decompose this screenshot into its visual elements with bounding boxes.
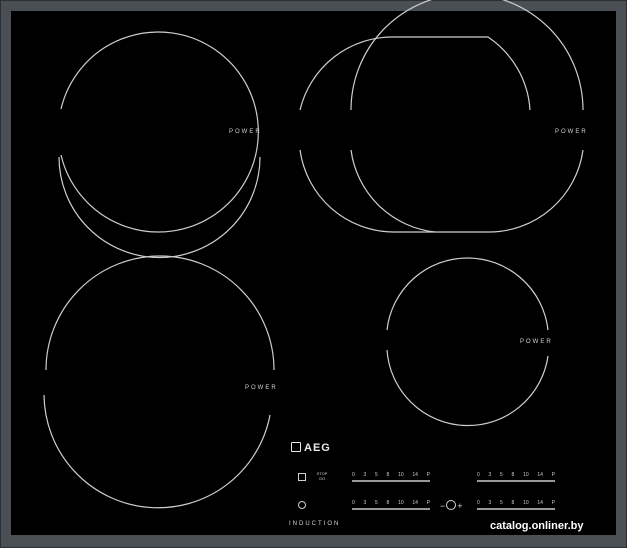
zone-front-left[interactable]: [43, 255, 275, 509]
slider-rear-left[interactable]: 0 3 5 8 10 14 P: [352, 472, 430, 484]
induction-label: INDUCTION: [289, 521, 341, 527]
aeg-logo-icon: [291, 442, 301, 452]
slider-track[interactable]: [352, 508, 430, 510]
slider-scale: 0 3 5 8 10 14 P: [477, 500, 555, 506]
slider-track[interactable]: [352, 480, 430, 482]
zone-label-front-right: POWER: [520, 339, 553, 345]
power-icon[interactable]: [298, 501, 306, 509]
watermark: catalog.onliner.by: [490, 520, 584, 532]
zone-label-rear-right: POWER: [555, 129, 588, 135]
slider-track[interactable]: [477, 480, 555, 482]
lock-icon[interactable]: [298, 473, 306, 481]
stop-go-label[interactable]: STOP GO: [314, 471, 330, 481]
brand-name: AEG: [304, 442, 331, 454]
slider-rear-right[interactable]: 0 3 5 8 10 14 P: [477, 472, 555, 484]
timer-control: − +: [440, 500, 463, 511]
slider-scale: 0 3 5 8 10 14 P: [352, 500, 430, 506]
slider-track[interactable]: [477, 508, 555, 510]
zone-rear-left[interactable]: [58, 31, 261, 259]
timer-minus-button[interactable]: −: [440, 501, 445, 511]
slider-front-left[interactable]: 0 3 5 8 10 14 P: [352, 500, 430, 512]
slider-front-right[interactable]: 0 3 5 8 10 14 P: [477, 500, 555, 512]
slider-scale: 0 3 5 8 10 14 P: [477, 472, 555, 478]
cooking-zones: [43, 0, 584, 509]
zone-label-rear-left: POWER: [229, 129, 262, 135]
timer-plus-button[interactable]: +: [457, 501, 462, 511]
zone-label-front-left: POWER: [245, 385, 278, 391]
timer-clock-icon: [446, 500, 457, 510]
slider-scale: 0 3 5 8 10 14 P: [352, 472, 430, 478]
zone-rear-right[interactable]: [299, 0, 584, 233]
brand-logo: AEG: [291, 442, 331, 454]
